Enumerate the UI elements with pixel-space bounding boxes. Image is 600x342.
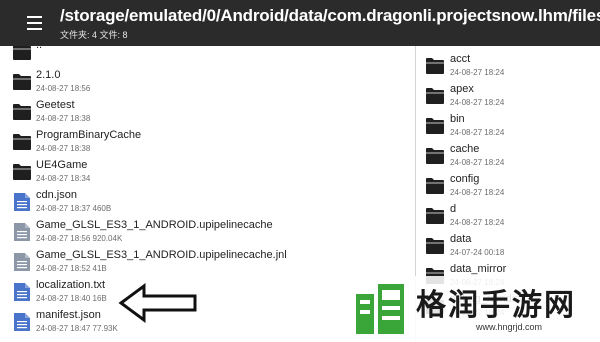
hamburger-menu-icon[interactable] [27,16,42,30]
item-meta: 24-08-27 18:37 460B [36,204,112,213]
item-meta: 24-08-27 18:24 [450,128,505,137]
item-name: acct [450,53,471,65]
watermark-logo [356,284,404,334]
item-name: Geetest [36,99,75,111]
current-path: /storage/emulated/0/Android/data/com.dra… [60,6,600,25]
item-meta: 24-08-27 18:40 16B [36,294,107,303]
folder-icon [426,178,444,194]
folder-icon [13,104,31,120]
folder-row[interactable]: acct 24-08-27 18:24 [416,52,600,82]
item-meta: 24-08-27 18:38 [36,144,91,153]
folder-row[interactable]: cache 24-08-27 18:24 [416,142,600,172]
item-meta: 24-08-27 18:24 [450,158,505,167]
item-name: config [450,173,480,185]
folder-icon [13,164,31,180]
document-icon [14,313,30,331]
item-meta: 24-08-27 18:47 77.93K [36,324,118,333]
left-arrow-outline-icon [118,283,197,323]
app-header: /storage/emulated/0/Android/data/com.dra… [0,0,600,46]
folder-icon [426,148,444,164]
item-name: data [450,233,472,245]
item-name: 2.1.0 [36,69,61,81]
watermark-title: 格润手游网 [416,289,576,322]
item-meta: 24-08-27 18:34 [36,174,91,183]
item-name: manifest.json [36,309,101,321]
folder-icon [426,58,444,74]
item-name: Game_GLSL_ES3_1_ANDROID.upipelinecache [36,219,273,231]
file-row[interactable]: Game_GLSL_ES3_1_ANDROID.upipelinecache 24… [0,218,416,248]
item-meta: 24-08-27 18:24 [450,218,505,227]
item-name: cache [450,143,480,155]
item-meta: 24-08-27 18:56 [36,84,91,93]
folder-icon [426,118,444,134]
item-name: apex [450,83,474,95]
item-name: d [450,203,457,215]
folder-row[interactable]: data 24-07-24 00:18 [416,232,600,262]
folder-file-count: 文件夹: 4 文件: 8 [60,30,128,40]
folder-icon [426,208,444,224]
item-name: cdn.json [36,189,77,201]
folder-icon [426,238,444,254]
folder-icon [13,74,31,90]
document-icon [14,193,30,211]
item-meta: 24-08-27 18:24 [450,98,505,107]
item-name: .. [36,46,42,51]
folder-row[interactable]: UE4Game 24-08-27 18:34 [0,158,416,188]
item-meta: 24-08-27 18:52 41B [36,264,107,273]
folder-icon [13,134,31,150]
item-name: ProgramBinaryCache [36,129,142,141]
item-meta: 24-07-24 00:18 [450,248,505,257]
document-icon [14,283,30,301]
item-name: Game_GLSL_ES3_1_ANDROID.upipelinecache.j… [36,249,287,261]
item-meta: 24-08-27 18:24 [450,68,505,77]
watermark: 格润手游网 www.hngrjd.com [346,276,600,342]
folder-icon [426,88,444,104]
folder-row[interactable]: bin 24-08-27 18:24 [416,112,600,142]
folder-row[interactable]: config 24-08-27 18:24 [416,172,600,202]
folder-row[interactable]: apex 24-08-27 18:24 [416,82,600,112]
item-meta: 24-08-27 18:38 [36,114,91,123]
folder-row[interactable]: .. [0,46,416,68]
folder-row[interactable]: ProgramBinaryCache 24-08-27 18:38 [0,128,416,158]
item-name: localization.txt [36,279,106,291]
item-meta: 24-08-27 18:24 [450,188,505,197]
folder-icon [13,46,31,60]
folder-row[interactable]: Geetest 24-08-27 18:38 [0,98,416,128]
folder-row[interactable]: d 24-08-27 18:24 [416,202,600,232]
document-icon [14,253,30,271]
item-name: UE4Game [36,159,88,171]
watermark-url: www.hngrjd.com [476,322,543,332]
item-name: bin [450,113,465,125]
item-name: data_mirror [450,263,507,275]
folder-row[interactable]: 2.1.0 24-08-27 18:56 [0,68,416,98]
item-meta: 24-08-27 18:56 920.04K [36,234,123,243]
file-row[interactable]: Game_GLSL_ES3_1_ANDROID.upipelinecache.j… [0,248,416,278]
document-icon [14,223,30,241]
file-row[interactable]: cdn.json 24-08-27 18:37 460B [0,188,416,218]
